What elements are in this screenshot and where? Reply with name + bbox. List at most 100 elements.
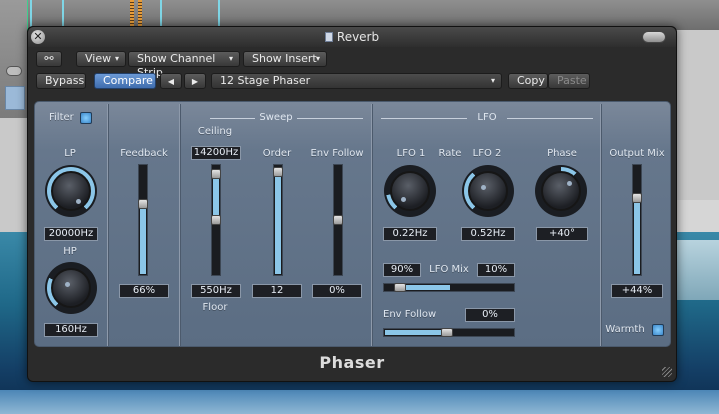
hp-knob[interactable] bbox=[51, 268, 91, 308]
lfo-header-line bbox=[507, 118, 593, 119]
lfo-mix-slider-fill bbox=[402, 285, 450, 290]
output-mix-value[interactable]: +44% bbox=[611, 284, 663, 298]
rate-label: Rate bbox=[438, 148, 462, 159]
title-bar[interactable]: ✕ Reverb bbox=[28, 27, 676, 47]
lfo-mix-slider-thumb[interactable] bbox=[394, 283, 406, 292]
lfo-env-follow-thumb[interactable] bbox=[441, 328, 453, 337]
order-slider-thumb[interactable] bbox=[273, 167, 283, 177]
lfo-mix-left-value[interactable]: 90% bbox=[383, 263, 421, 277]
knob-indicator bbox=[401, 197, 406, 202]
knob-indicator bbox=[76, 199, 81, 204]
sweep-env-follow-slider[interactable] bbox=[333, 164, 343, 276]
bypass-button[interactable]: Bypass bbox=[36, 73, 86, 89]
section-divider bbox=[371, 104, 372, 346]
feedback-slider-thumb[interactable] bbox=[138, 199, 148, 209]
lfo-env-follow-value[interactable]: 0% bbox=[465, 308, 515, 322]
plugin-name: Phaser bbox=[319, 353, 385, 372]
next-preset-button[interactable]: ▶ bbox=[184, 73, 206, 89]
output-mix-slider[interactable] bbox=[632, 164, 642, 276]
lfo2-rate-value[interactable]: 0.52Hz bbox=[461, 227, 515, 241]
compare-button[interactable]: Compare bbox=[94, 73, 156, 89]
lfo2-label: LFO 2 bbox=[472, 148, 502, 159]
phase-knob[interactable] bbox=[541, 171, 581, 211]
lfo-mix-label: LFO Mix bbox=[429, 264, 469, 275]
lfo1-label: LFO 1 bbox=[396, 148, 426, 159]
lfo-env-follow-fill bbox=[385, 330, 441, 335]
filter-toggle[interactable] bbox=[80, 112, 92, 124]
ceiling-slider-thumb[interactable] bbox=[211, 169, 221, 179]
hp-label: HP bbox=[63, 246, 77, 257]
view-menu[interactable]: View ▾ bbox=[76, 51, 126, 67]
knob-indicator bbox=[481, 185, 486, 190]
sweep-header-line bbox=[297, 118, 363, 119]
lfo-env-follow-label: Env Follow bbox=[383, 309, 437, 320]
phaser-panel: Filter LP 20000Hz HP 160Hz Feedback 66% … bbox=[34, 101, 671, 347]
dropdown-arrow-icon: ▾ bbox=[114, 54, 119, 63]
order-slider[interactable] bbox=[273, 164, 283, 276]
paste-label: Paste bbox=[557, 74, 587, 87]
window-title-text: Reverb bbox=[336, 30, 380, 44]
resize-grip[interactable] bbox=[662, 367, 672, 377]
order-slider-fill bbox=[275, 173, 281, 274]
warmth-toggle[interactable] bbox=[652, 324, 664, 336]
channel-slot bbox=[5, 86, 25, 110]
show-channel-strip-menu[interactable]: Show Channel Strip ▾ bbox=[128, 51, 240, 79]
host-channel-strip bbox=[0, 0, 28, 118]
ceiling-value[interactable]: 14200Hz bbox=[191, 146, 241, 160]
lfo2-knob[interactable] bbox=[468, 171, 508, 211]
floor-slider-thumb[interactable] bbox=[211, 215, 221, 225]
toolbar-toggle-button[interactable] bbox=[642, 31, 666, 43]
lfo-mix-right-value[interactable]: 10% bbox=[477, 263, 515, 277]
output-mix-slider-fill bbox=[634, 195, 640, 274]
channel-knob bbox=[6, 66, 22, 76]
sweep-env-follow-value[interactable]: 0% bbox=[312, 284, 362, 298]
desktop-wallpaper-detail bbox=[676, 240, 719, 300]
lfo-env-follow-slider[interactable] bbox=[383, 328, 515, 337]
lfo1-knob[interactable] bbox=[390, 171, 430, 211]
ceiling-floor-slider[interactable] bbox=[211, 164, 221, 276]
paste-button[interactable]: Paste bbox=[548, 73, 590, 89]
lp-label: LP bbox=[64, 148, 76, 159]
window-title: Reverb bbox=[28, 30, 676, 44]
dropdown-arrow-icon: ▾ bbox=[228, 54, 233, 63]
arrow-right-icon: ▶ bbox=[191, 77, 199, 86]
arrow-left-icon: ◀ bbox=[167, 77, 175, 86]
floor-value[interactable]: 550Hz bbox=[191, 284, 241, 298]
sweep-header: Sweep bbox=[259, 112, 293, 123]
dropdown-arrow-icon: ▾ bbox=[490, 76, 495, 85]
section-divider bbox=[107, 104, 108, 346]
link-button[interactable]: ⚯ bbox=[36, 51, 62, 67]
ceiling-label: Ceiling bbox=[197, 126, 233, 137]
lfo-header-line bbox=[381, 118, 467, 119]
knob-indicator bbox=[567, 181, 572, 186]
copy-button[interactable]: Copy bbox=[508, 73, 548, 89]
sweep-env-follow-thumb[interactable] bbox=[333, 215, 343, 225]
lfo-mix-slider[interactable] bbox=[383, 283, 515, 292]
output-mix-label: Output Mix bbox=[609, 148, 665, 159]
output-mix-slider-thumb[interactable] bbox=[632, 193, 642, 203]
compare-label: Compare bbox=[103, 74, 153, 87]
feedback-slider-fill bbox=[140, 203, 146, 274]
order-value[interactable]: 12 bbox=[252, 284, 302, 298]
previous-preset-button[interactable]: ◀ bbox=[160, 73, 182, 89]
lp-value[interactable]: 20000Hz bbox=[44, 227, 98, 241]
section-divider bbox=[179, 104, 180, 346]
sweep-header-line bbox=[210, 118, 255, 119]
link-icon: ⚯ bbox=[44, 52, 54, 65]
feedback-value[interactable]: 66% bbox=[119, 284, 169, 298]
show-insert-label: Show Insert bbox=[252, 52, 317, 65]
bypass-label: Bypass bbox=[45, 74, 85, 87]
hp-value[interactable]: 160Hz bbox=[44, 323, 98, 337]
phase-label: Phase bbox=[547, 148, 577, 159]
knob-indicator bbox=[65, 282, 70, 287]
lp-knob[interactable] bbox=[51, 171, 91, 211]
preset-name: 12 Stage Phaser bbox=[220, 74, 311, 87]
feedback-label: Feedback bbox=[120, 148, 168, 159]
phase-value[interactable]: +40° bbox=[536, 227, 588, 241]
floor-label: Floor bbox=[202, 302, 228, 313]
section-divider bbox=[600, 104, 601, 346]
feedback-slider[interactable] bbox=[138, 164, 148, 276]
show-insert-menu[interactable]: Show Insert ▾ bbox=[243, 51, 327, 67]
lfo1-rate-value[interactable]: 0.22Hz bbox=[383, 227, 437, 241]
preset-menu[interactable]: 12 Stage Phaser ▾ bbox=[211, 73, 502, 89]
